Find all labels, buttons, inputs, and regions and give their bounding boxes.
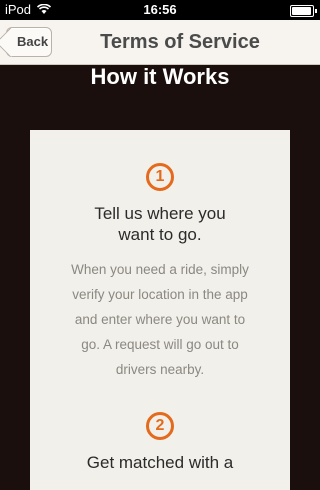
step-description-line: and enter where you want to <box>74 312 246 327</box>
step-2: 2 Get matched with a <box>30 412 290 473</box>
battery-icon <box>290 5 317 17</box>
step-title-line: Get matched with a <box>86 453 234 472</box>
status-bar: iPod 16:56 <box>0 0 320 20</box>
step-number-badge: 2 <box>146 412 174 440</box>
step-number-badge: 1 <box>146 163 174 191</box>
step-title-line: want to go. <box>118 225 202 244</box>
step-title: Tell us where you want to go. <box>30 203 290 245</box>
step-description: When you need a ride, simply verify your… <box>30 257 290 382</box>
clock: 16:56 <box>143 2 177 17</box>
step-description-line: drivers nearby. <box>115 362 205 377</box>
step-title-line: Tell us where you <box>94 204 226 223</box>
step-description-line: verify your location in the app <box>72 287 248 302</box>
back-button-label: Back <box>17 34 49 49</box>
page-title: Terms of Service <box>100 31 260 53</box>
section-heading: How it Works <box>90 64 230 89</box>
navigation-bar: Back Terms of Service <box>0 20 320 65</box>
step-description-line: When you need a ride, simply <box>71 262 249 277</box>
step-description-line: go. A request will go out to <box>81 337 239 352</box>
step-1: 1 Tell us where you want to go. When you… <box>30 163 290 382</box>
how-it-works-card: 1 Tell us where you want to go. When you… <box>30 130 290 490</box>
back-button[interactable]: Back <box>6 27 52 57</box>
step-title: Get matched with a <box>30 452 290 473</box>
